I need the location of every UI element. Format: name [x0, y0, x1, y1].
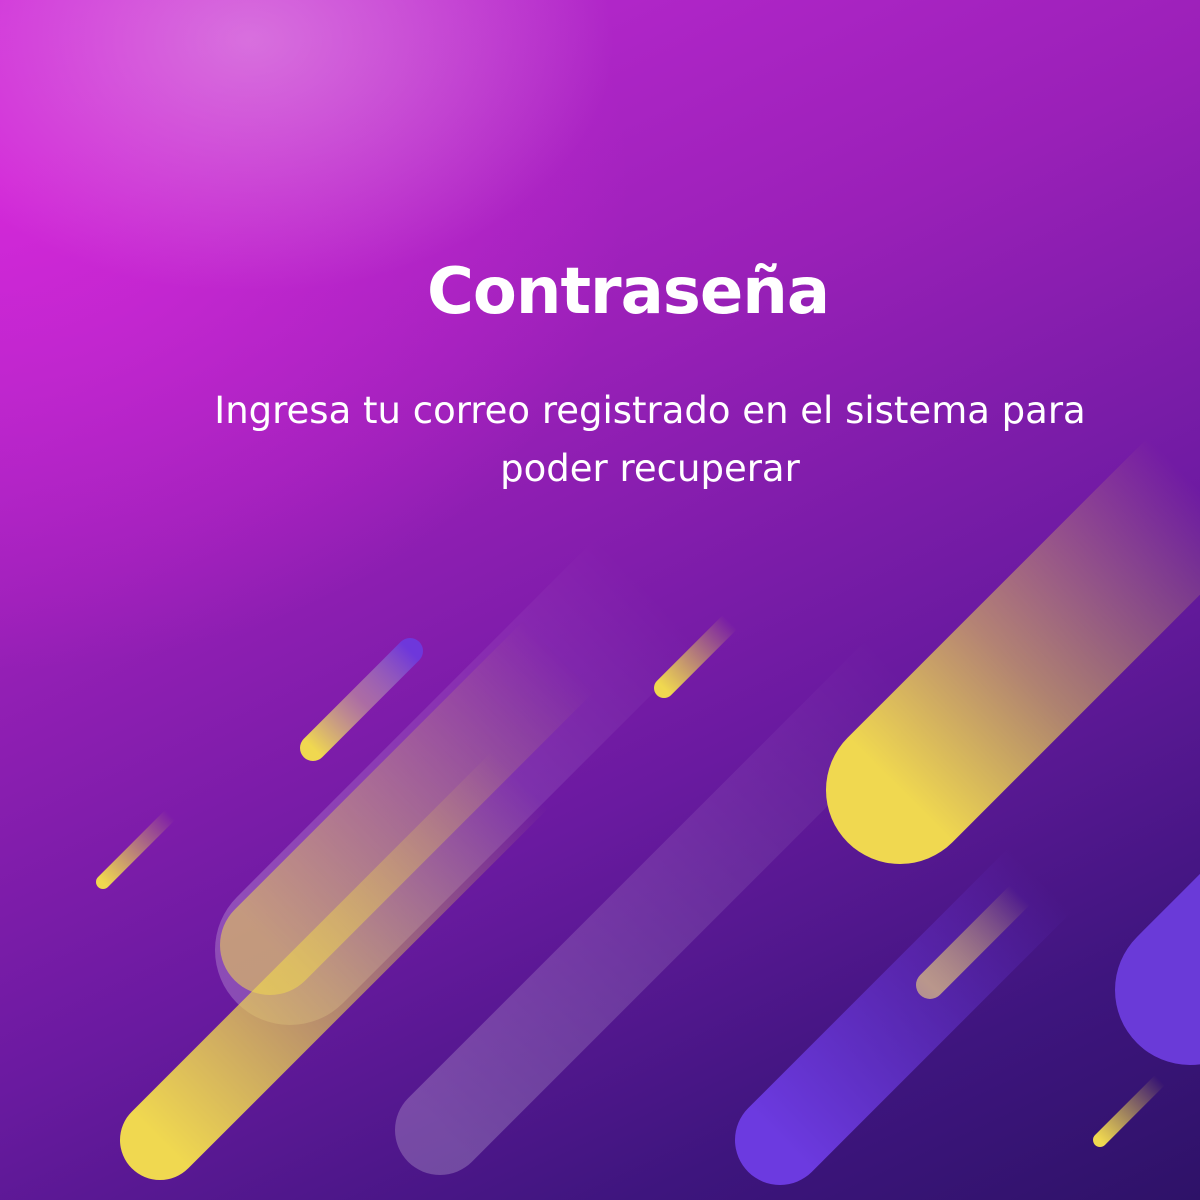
light-streak-shape	[215, 515, 725, 1025]
yellow-streak-shape	[1093, 1073, 1167, 1147]
page-description: Ingresa tu correo registrado en el siste…	[214, 389, 1086, 490]
password-recovery-screen: Contraseña Ingresa tu correo registrado …	[0, 0, 1200, 1200]
yellow-streak-shape	[916, 881, 1034, 999]
background-decoration	[96, 416, 1200, 1185]
yellow-streak-shape	[220, 605, 610, 995]
page-title: Contraseña	[426, 255, 830, 329]
yellow-streak-shape	[826, 416, 1200, 864]
yellow-streak-shape	[654, 612, 740, 698]
violet-blob-shape	[1115, 873, 1200, 1065]
yellow-streak-shape	[300, 638, 423, 761]
light-streak-shape	[395, 625, 945, 1175]
yellow-streak-shape	[120, 740, 560, 1180]
yellow-streak-shape	[96, 808, 177, 889]
violet-streak-shape	[735, 835, 1085, 1185]
